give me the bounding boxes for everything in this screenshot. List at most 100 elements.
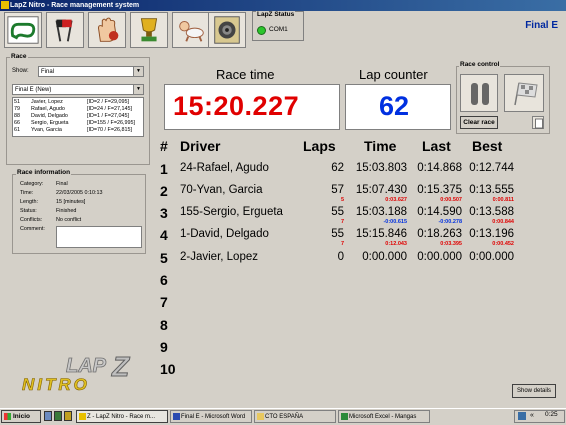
race-info-label: Race information [16, 169, 72, 176]
status-label: Status: [20, 208, 37, 214]
col-header-last: Last [422, 138, 451, 154]
cell-last-diff: -0:00.278 [438, 219, 462, 225]
cell-best: 0:13.196 [469, 228, 514, 240]
folder-icon [257, 413, 264, 420]
network-icon[interactable] [518, 412, 526, 420]
taskbar-item-folder[interactable]: CTO ESPAÑA [254, 410, 336, 423]
svg-text:NITRO: NITRO [22, 375, 90, 394]
time-value: 22/03/2005 0:10:13 [56, 190, 103, 196]
cell-driver: 24-Rafael, Agudo [180, 162, 269, 174]
svg-text:Z: Z [111, 351, 130, 382]
show-select-value: Final [41, 69, 55, 75]
juniors-button[interactable] [172, 12, 210, 48]
list-item-name: Rafael, Agudo [31, 106, 65, 112]
cell-laps-diff: 5 [340, 197, 344, 203]
start-race-button[interactable] [46, 12, 84, 48]
race-track-button[interactable] [4, 12, 42, 48]
conflicts-label: Conflicts: [20, 217, 43, 223]
row-position: 6 [160, 272, 168, 288]
chevron-down-icon[interactable]: ▼ [133, 85, 143, 94]
list-item-number: 79 [14, 106, 20, 112]
lap-counter-display: 62 [345, 84, 451, 130]
cell-time: 15:03.803 [355, 162, 407, 174]
crawling-baby-icon [179, 21, 204, 42]
col-header-best: Best [472, 138, 503, 154]
quick-launch-icon[interactable] [64, 411, 72, 421]
taskbar-item-lapz[interactable]: Z - LapZ Nitro - Race m... [76, 410, 168, 423]
trophy-icon [140, 18, 158, 42]
taskbar-item-label: CTO ESPAÑA [265, 414, 304, 420]
word-icon [173, 413, 180, 420]
list-item-ids: [ID=70 / F=26,815] [87, 127, 132, 133]
lapz-icon [79, 413, 86, 420]
conflicts-value: No conflict [56, 217, 82, 223]
col-header-driver: Driver [180, 138, 221, 154]
results-button[interactable] [130, 12, 168, 48]
row-position: 5 [160, 250, 168, 266]
col-header-time: Time [364, 138, 397, 154]
taskbar-item-word[interactable]: Final E - Microsoft Word [170, 410, 252, 423]
lapz-status-title: LapZ Status [256, 11, 296, 18]
cell-driver: 70-Yvan, Garcia [180, 184, 263, 196]
row-position: 8 [160, 317, 168, 333]
hand-icon [98, 17, 119, 42]
cell-time-diff: 0:03.627 [385, 197, 407, 203]
race-group-label: Race [10, 53, 28, 60]
list-item-ids: [ID=2 / F=29,095] [87, 99, 129, 105]
cell-time-diff: 0:12.043 [385, 241, 407, 247]
cell-best: 0:13.555 [469, 184, 514, 196]
col-header-laps: Laps [303, 138, 336, 154]
start-label: Inicio [13, 413, 30, 420]
finish-button[interactable] [504, 74, 544, 112]
cell-laps: 57 [331, 184, 344, 196]
cell-last: 0:18.263 [417, 228, 462, 240]
cell-last: 0:15.375 [417, 184, 462, 196]
cell-last-diff: 0:00.507 [440, 197, 462, 203]
cell-best-diff: 0:00.452 [492, 241, 514, 247]
race-title: Final E [525, 20, 558, 31]
race-select[interactable]: Final E (New) ▼ [12, 84, 144, 95]
race-select-value: Final E (New) [15, 87, 52, 93]
list-item-ids: [ID=155 / F=26,995] [87, 120, 135, 126]
document-button[interactable] [532, 116, 544, 129]
drivers-button[interactable] [88, 12, 126, 48]
category-value: Final [56, 181, 68, 187]
race-time-label: Race time [216, 67, 275, 82]
row-position: 1 [160, 161, 168, 177]
clear-race-button[interactable]: Clear race [460, 116, 498, 129]
row-position: 4 [160, 227, 168, 243]
taskbar-item-excel[interactable]: Microsoft Excel - Mangas [338, 410, 430, 423]
show-label: Show: [12, 68, 29, 74]
row-position: 10 [160, 361, 176, 377]
cell-time: 15:15.846 [355, 228, 407, 240]
cell-last-diff: 0:03.395 [440, 241, 462, 247]
pause-icon [471, 83, 489, 105]
cell-laps: 62 [331, 162, 344, 174]
windows-logo-icon [4, 413, 11, 420]
cell-last: 0:14.868 [417, 162, 462, 174]
cell-time-diff: -0:00.615 [383, 219, 407, 225]
show-details-button[interactable]: Show details [512, 384, 556, 398]
drivers-listbox[interactable]: 51 Javier, Lopez [ID=2 / F=29,095] 79 Ra… [12, 97, 144, 137]
status-value: Finished [56, 208, 77, 214]
col-header-position: # [160, 138, 168, 154]
window-title-bar[interactable]: LapZ Nitro - Race management system [0, 0, 566, 11]
race-control-label: Race control [459, 61, 501, 68]
pause-button[interactable] [460, 74, 498, 112]
cell-time: 15:03.188 [355, 206, 407, 218]
row-position: 9 [160, 339, 168, 355]
chevron-down-icon[interactable]: ▼ [133, 67, 143, 76]
speaker-icon[interactable]: « [530, 412, 538, 420]
quick-launch-icon[interactable] [44, 411, 52, 421]
cell-laps: 0 [337, 251, 344, 263]
cell-best-diff: 0:00.811 [492, 197, 514, 203]
cell-best-diff: 0:00.844 [492, 219, 514, 225]
cell-last: 0:00.000 [417, 251, 462, 263]
com-port-label: COM1 [269, 26, 288, 33]
comment-field[interactable] [56, 226, 142, 248]
length-value: 15 [minutes] [56, 199, 86, 205]
sound-button[interactable] [208, 12, 246, 48]
show-select[interactable]: Final ▼ [38, 66, 144, 77]
quick-launch-icon[interactable] [54, 411, 62, 421]
list-item-name: Yvan, Garcia [31, 127, 62, 133]
